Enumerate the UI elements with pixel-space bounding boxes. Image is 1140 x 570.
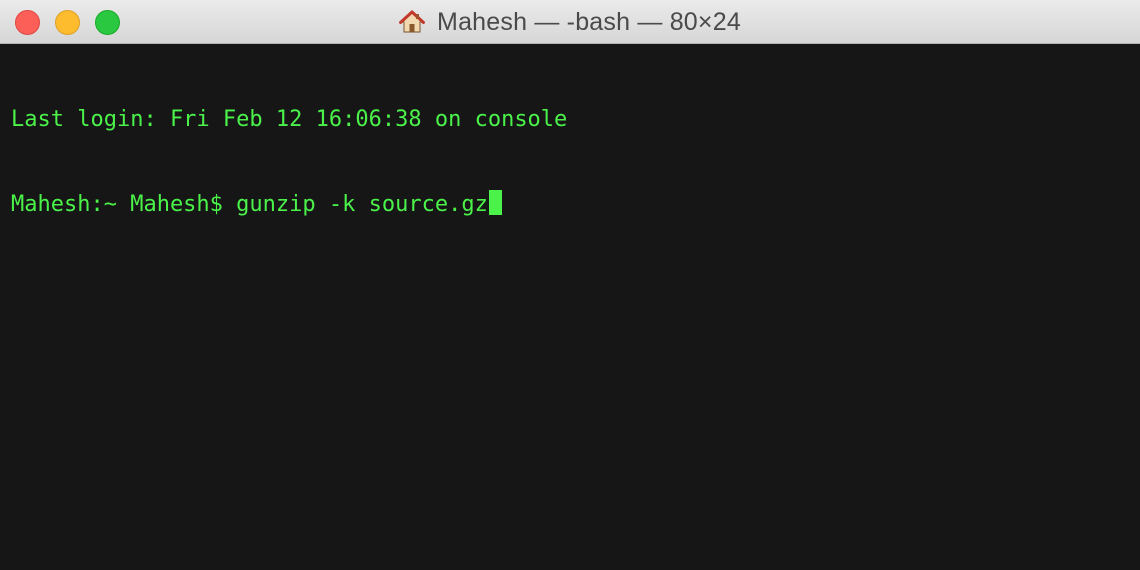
window-title-area: Mahesh — -bash — 80×24	[0, 0, 1140, 44]
terminal-window: Mahesh — -bash — 80×24 Last login: Fri F…	[0, 0, 1140, 570]
window-title: Mahesh — -bash — 80×24	[437, 7, 741, 36]
text-cursor	[488, 190, 502, 215]
prompt-command-text: Mahesh:~ Mahesh$ gunzip -k source.gz	[11, 192, 488, 217]
terminal-line-last-login: Last login: Fri Feb 12 16:06:38 on conso…	[11, 107, 568, 132]
home-icon	[399, 10, 426, 33]
terminal-line-prompt: Mahesh:~ Mahesh$ gunzip -k source.gz	[11, 190, 1140, 218]
title-bar[interactable]: Mahesh — -bash — 80×24	[0, 0, 1140, 44]
terminal-output[interactable]: Last login: Fri Feb 12 16:06:38 on conso…	[0, 44, 1140, 570]
